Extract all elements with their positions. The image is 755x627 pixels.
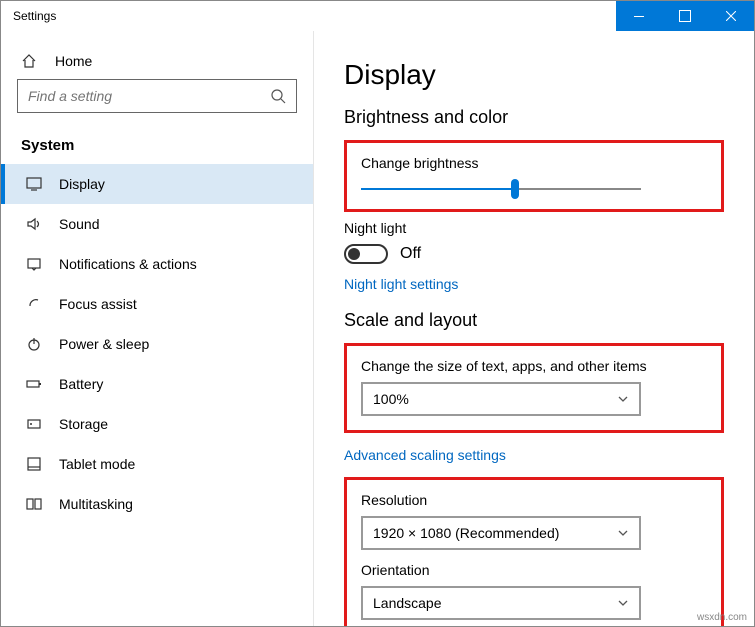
sidebar-item-label: Focus assist: [59, 296, 137, 312]
search-icon: [270, 88, 286, 104]
display-icon: [25, 176, 43, 192]
scale-label: Change the size of text, apps, and other…: [361, 358, 707, 374]
sidebar-item-label: Multitasking: [59, 496, 133, 512]
power-icon: [25, 336, 43, 352]
brightness-highlight: Change brightness: [344, 140, 724, 212]
resolution-value: 1920 × 1080 (Recommended): [373, 525, 559, 541]
sidebar-item-tablet-mode[interactable]: Tablet mode: [1, 444, 313, 484]
sidebar-item-notifications[interactable]: Notifications & actions: [1, 244, 313, 284]
night-light-label: Night light: [344, 220, 724, 236]
sidebar: Home System Display Sound: [1, 31, 314, 626]
resolution-label: Resolution: [361, 492, 707, 508]
resolution-orientation-highlight: Resolution 1920 × 1080 (Recommended) Ori…: [344, 477, 724, 626]
orientation-value: Landscape: [373, 595, 442, 611]
sidebar-item-label: Sound: [59, 216, 99, 232]
sidebar-item-multitasking[interactable]: Multitasking: [1, 484, 313, 524]
search-input-wrap[interactable]: [17, 79, 297, 113]
notifications-icon: [25, 256, 43, 272]
night-light-state: Off: [400, 245, 421, 263]
page-title: Display: [344, 59, 724, 91]
scale-highlight: Change the size of text, apps, and other…: [344, 343, 724, 433]
sidebar-item-label: Battery: [59, 376, 103, 392]
content-pane: Display Brightness and color Change brig…: [314, 31, 754, 626]
chevron-down-icon: [617, 597, 629, 609]
home-label: Home: [55, 53, 92, 69]
home-icon: [21, 53, 39, 69]
sidebar-item-sound[interactable]: Sound: [1, 204, 313, 244]
scale-value: 100%: [373, 391, 409, 407]
brightness-slider[interactable]: [361, 183, 641, 195]
sidebar-item-power-sleep[interactable]: Power & sleep: [1, 324, 313, 364]
sidebar-item-label: Notifications & actions: [59, 256, 197, 272]
window-title: Settings: [1, 9, 616, 23]
orientation-label: Orientation: [361, 562, 707, 578]
sidebar-item-display[interactable]: Display: [1, 164, 313, 204]
multitasking-icon: [25, 496, 43, 512]
sidebar-item-focus-assist[interactable]: Focus assist: [1, 284, 313, 324]
category-label: System: [1, 127, 313, 164]
sidebar-item-label: Display: [59, 176, 105, 192]
battery-icon: [25, 376, 43, 392]
night-light-toggle[interactable]: [344, 244, 388, 264]
section-brightness-color: Brightness and color: [344, 107, 724, 128]
search-input[interactable]: [28, 88, 270, 104]
close-button[interactable]: [708, 1, 754, 31]
sidebar-item-battery[interactable]: Battery: [1, 364, 313, 404]
orientation-dropdown[interactable]: Landscape: [361, 586, 641, 620]
titlebar: Settings: [1, 1, 754, 31]
chevron-down-icon: [617, 393, 629, 405]
sidebar-item-label: Tablet mode: [59, 456, 135, 472]
sidebar-item-label: Storage: [59, 416, 108, 432]
sound-icon: [25, 216, 43, 232]
section-scale-layout: Scale and layout: [344, 310, 724, 331]
resolution-dropdown[interactable]: 1920 × 1080 (Recommended): [361, 516, 641, 550]
focus-assist-icon: [25, 296, 43, 312]
storage-icon: [25, 416, 43, 432]
scale-dropdown[interactable]: 100%: [361, 382, 641, 416]
minimize-button[interactable]: [616, 1, 662, 31]
sidebar-item-label: Power & sleep: [59, 336, 149, 352]
watermark: wsxdn.com: [697, 612, 747, 623]
maximize-button[interactable]: [662, 1, 708, 31]
home-nav[interactable]: Home: [1, 43, 313, 79]
window-controls: [616, 1, 754, 31]
chevron-down-icon: [617, 527, 629, 539]
slider-thumb[interactable]: [511, 179, 519, 199]
advanced-scaling-link[interactable]: Advanced scaling settings: [344, 447, 506, 463]
brightness-label: Change brightness: [361, 155, 707, 171]
night-light-settings-link[interactable]: Night light settings: [344, 276, 458, 292]
tablet-icon: [25, 456, 43, 472]
sidebar-item-storage[interactable]: Storage: [1, 404, 313, 444]
